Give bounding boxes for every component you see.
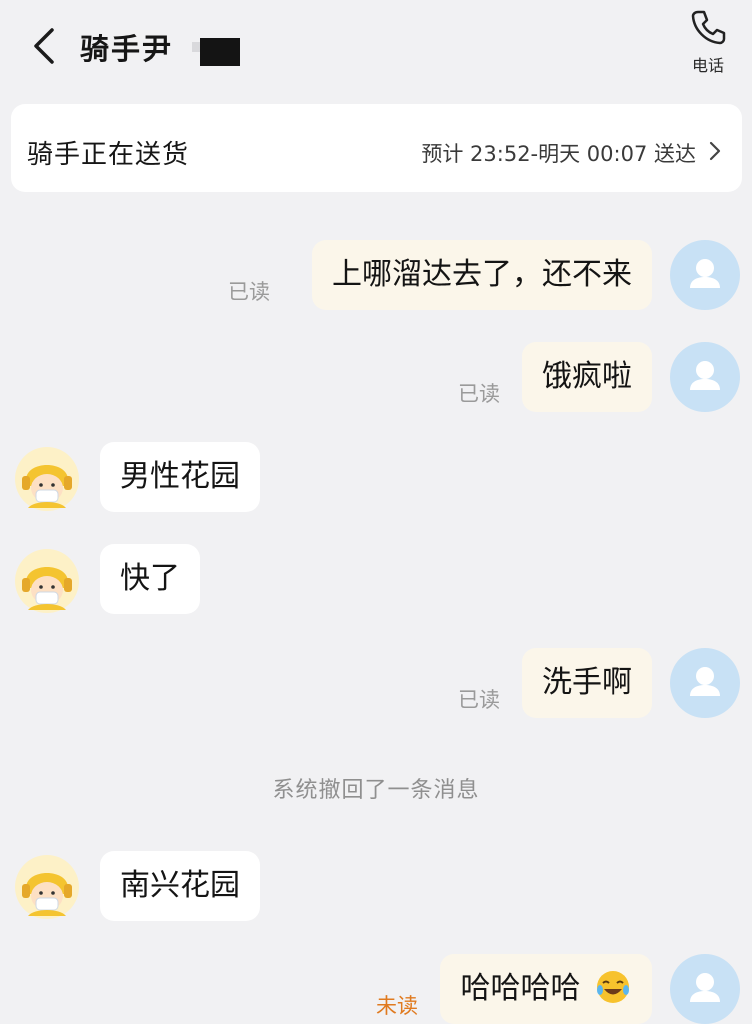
outgoing-message-bubble[interactable]: 哈哈哈哈 — [440, 954, 652, 1024]
read-status: 已读 — [458, 382, 500, 406]
unread-status: 未读 — [376, 994, 418, 1018]
user-avatar[interactable] — [670, 240, 740, 310]
read-status: 已读 — [228, 280, 270, 304]
delivery-status-card[interactable]: 骑手正在送货 预计 23:52-明天 00:07 送达 — [11, 104, 742, 192]
rider-helmet-avatar — [15, 549, 79, 613]
outgoing-message-bubble[interactable]: 洗手啊 — [522, 648, 652, 718]
redaction-mark — [192, 38, 240, 66]
rider-helmet-avatar — [15, 855, 79, 919]
rider-avatar[interactable] — [14, 548, 80, 614]
user-avatar[interactable] — [670, 648, 740, 718]
person-icon — [690, 667, 720, 696]
message-text: 哈哈哈哈 — [460, 971, 581, 1006]
incoming-message-bubble[interactable]: 男性花园 — [100, 442, 260, 512]
delivery-eta: 预计 23:52-明天 00:07 送达 — [421, 142, 696, 166]
person-icon — [690, 973, 720, 1002]
user-avatar[interactable] — [670, 342, 740, 412]
phone-icon — [691, 10, 726, 45]
user-avatar[interactable] — [670, 954, 740, 1024]
outgoing-message-bubble[interactable]: 上哪溜达去了，还不来 — [312, 240, 652, 310]
read-status: 已读 — [458, 688, 500, 712]
system-recall-note: 系统撤回了一条消息 — [272, 778, 480, 803]
rider-helmet-avatar — [15, 447, 79, 511]
back-button[interactable] — [28, 26, 60, 66]
rider-avatar[interactable] — [14, 854, 80, 920]
outgoing-message-bubble[interactable]: 饿疯啦 — [522, 342, 652, 412]
chat-header: 骑手尹 电话 — [0, 0, 752, 100]
laughing-tears-emoji — [597, 970, 629, 1003]
rider-avatar[interactable] — [14, 446, 80, 512]
delivery-status-text: 骑手正在送货 — [27, 140, 190, 170]
person-icon — [690, 259, 720, 288]
phone-button[interactable]: 电话 — [680, 8, 736, 84]
chevron-left-icon — [34, 28, 54, 64]
chevron-right-icon — [709, 141, 721, 161]
incoming-message-bubble[interactable]: 南兴花园 — [100, 851, 260, 921]
phone-label: 电话 — [691, 56, 724, 75]
rider-name-title: 骑手尹 — [80, 32, 174, 66]
incoming-message-bubble[interactable]: 快了 — [100, 544, 200, 614]
person-icon — [690, 361, 720, 390]
